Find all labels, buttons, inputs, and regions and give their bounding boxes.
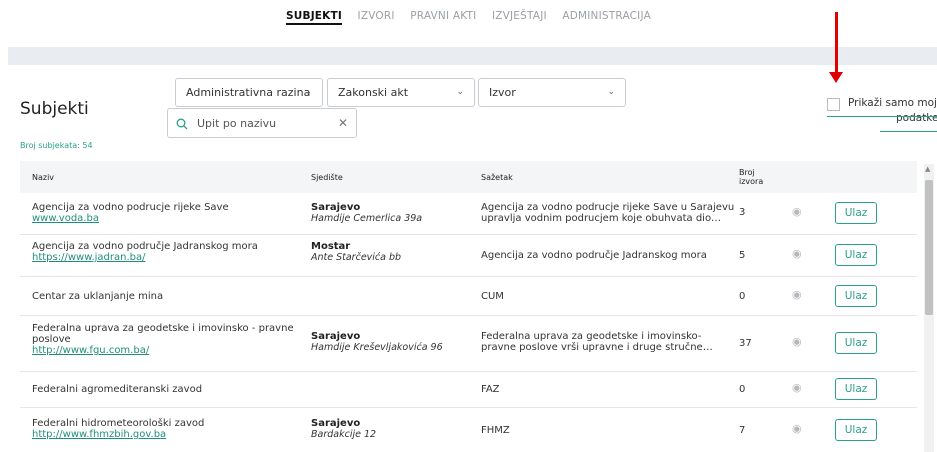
row-summary-line1: Agencija za vodno podrucje rijeke Save u… — [481, 202, 735, 213]
source-value: Izvor — [489, 86, 516, 99]
table-row: Federalni agromediteranski zavod FAZ 0 ◉… — [20, 372, 917, 408]
mine-checkbox[interactable] — [827, 98, 840, 111]
table-row: Agencija za vodno podrucje rijeke Save w… — [20, 193, 917, 235]
row-seat-cell: Sarajevo Hamdije Cemerlica 39a — [311, 202, 422, 224]
row-summary: Federalna uprava za geodetske i imovinsk… — [481, 331, 713, 353]
row-url-link[interactable]: www.voda.ba — [32, 213, 229, 224]
row-count: 37 — [739, 338, 752, 349]
row-count: 5 — [739, 250, 746, 261]
row-summary: CUM — [481, 291, 504, 302]
table-header: Naziv Sjedište Sažetak Broj izvora — [20, 161, 917, 193]
row-summary: FHMZ — [481, 425, 510, 436]
row-summary: FAZ — [481, 384, 500, 395]
search-icon — [176, 115, 188, 134]
row-name-cell: Agencija za vodno područje Jadranskog mo… — [32, 241, 258, 263]
row-seat-cell: Sarajevo Hamdije Kreševljakovića 96 — [311, 331, 443, 353]
nav-subjekti[interactable]: SUBJEKTI — [286, 10, 342, 25]
page-title: Subjekti — [20, 99, 89, 119]
row-count: 0 — [739, 384, 746, 395]
admin-level-value: Administrativna razina — [186, 86, 311, 99]
table-row: Centar za uklanjanje mina CUM 0 ◉ Ulaz — [20, 277, 917, 316]
row-url-link[interactable]: http://www.fgu.com.ba/ — [32, 345, 294, 356]
chevron-down-icon: ⌄ — [304, 87, 312, 97]
row-name: Agencija za vodno područje Jadranskog mo… — [32, 241, 258, 252]
eye-icon[interactable]: ◉ — [792, 335, 802, 348]
row-address: Hamdije Kreševljakovića 96 — [311, 342, 443, 353]
row-name: Federalni agromediteranski zavod — [32, 384, 203, 395]
header-band — [8, 47, 937, 65]
nav-administracija[interactable]: ADMINISTRACIJA — [562, 10, 651, 22]
chevron-down-icon: ⌄ — [456, 87, 464, 97]
header-summary: Sažetak — [481, 173, 513, 182]
search-input[interactable]: Upit po nazivu ✕ — [167, 108, 357, 138]
annotation-arrowhead — [829, 72, 843, 83]
table-row: Federalni hidrometeorološki zavod http:/… — [20, 408, 917, 452]
row-name-cell: Agencija za vodno podrucje rijeke Save w… — [32, 202, 229, 224]
underline — [880, 131, 937, 132]
row-name-line2: poslove — [32, 334, 71, 345]
row-city: Mostar — [311, 241, 351, 252]
row-summary-line2: pravne poslove vrši upravne i druge stru… — [481, 342, 713, 353]
nav-izvori[interactable]: IZVORI — [358, 10, 395, 22]
eye-icon[interactable]: ◉ — [792, 422, 802, 435]
scrollbar-thumb[interactable] — [925, 180, 933, 315]
row-address: Hamdije Cemerlica 39a — [311, 213, 423, 224]
row-summary-line2: upravlja vodnim podrucjem koje obuhvata … — [481, 213, 722, 224]
row-summary: Agencija za vodno podrucje rijeke Save u… — [481, 202, 734, 224]
row-seat-cell: Mostar Ante Starčevića bb — [311, 241, 401, 263]
row-count: 3 — [739, 207, 746, 218]
scroll-up-arrow-icon[interactable]: ▲ — [925, 165, 930, 173]
row-name-cell: Federalna uprava za geodetske i imovinsk… — [32, 323, 294, 356]
row-summary: Agencija za vodno područje Jadranskog mo… — [481, 250, 707, 261]
enter-button[interactable]: Ulaz — [835, 419, 877, 441]
underline — [827, 116, 937, 117]
row-seat-cell: Sarajevo Bardakcije 12 — [311, 418, 376, 440]
admin-level-select[interactable]: Administrativna razina ⌄ — [175, 78, 323, 107]
top-nav: SUBJEKTI IZVORI PRAVNI AKTI IZVJEŠTAJI A… — [0, 10, 937, 32]
table-row: Agencija za vodno područje Jadranskog mo… — [20, 235, 917, 277]
row-address: Bardakcije 12 — [311, 429, 377, 440]
row-name-cell: Federalni hidrometeorološki zavod http:/… — [32, 418, 204, 440]
header-count: Broj — [739, 168, 755, 177]
enter-button[interactable]: Ulaz — [835, 244, 877, 266]
row-count: 0 — [739, 291, 746, 302]
source-select[interactable]: Izvor ⌄ — [478, 78, 626, 107]
header-name: Naziv — [32, 173, 55, 182]
row-url-link[interactable]: http://www.fhmzbih.gov.ba — [32, 429, 204, 440]
header-seat: Sjedište — [311, 173, 343, 182]
enter-button[interactable]: Ulaz — [835, 202, 877, 224]
nav-izvjestaji[interactable]: IZVJEŠTAJI — [492, 10, 547, 22]
row-summary-line1: Federalna uprava za geodetske i imovinsk… — [481, 331, 702, 342]
eye-icon[interactable]: ◉ — [792, 247, 802, 260]
row-name: Federalni hidrometeorološki zavod — [32, 418, 205, 429]
law-act-select[interactable]: Zakonski akt ⌄ — [327, 78, 475, 107]
enter-button[interactable]: Ulaz — [835, 285, 877, 307]
subject-count: Broj subjekata: 54 — [20, 141, 93, 150]
nav-pravni-akti[interactable]: PRAVNI AKTI — [410, 10, 476, 22]
mine-checkbox-label-2[interactable]: podatke — [896, 112, 937, 124]
row-address: Ante Starčevića bb — [311, 252, 402, 263]
row-url-link[interactable]: https://www.jadran.ba/ — [32, 252, 258, 263]
law-act-value: Zakonski akt — [338, 86, 409, 99]
row-name: Agencija za vodno podrucje rijeke Save — [32, 202, 229, 213]
row-city: Sarajevo — [311, 418, 361, 429]
row-city: Sarajevo — [311, 331, 361, 342]
annotation-arrow — [835, 12, 838, 75]
row-city: Sarajevo — [311, 202, 361, 213]
table-row: Federalna uprava za geodetske i imovinsk… — [20, 316, 917, 372]
enter-button[interactable]: Ulaz — [835, 332, 877, 354]
chevron-down-icon: ⌄ — [607, 87, 615, 97]
search-placeholder: Upit po nazivu — [197, 117, 277, 130]
close-icon[interactable]: ✕ — [338, 116, 348, 130]
header-count-2: izvora — [739, 177, 764, 186]
eye-icon[interactable]: ◉ — [792, 205, 802, 218]
row-name: Federalna uprava za geodetske i imovinsk… — [32, 323, 294, 334]
row-count: 7 — [739, 425, 746, 436]
enter-button[interactable]: Ulaz — [835, 378, 877, 400]
mine-checkbox-label[interactable]: Prikaži samo moje — [848, 97, 937, 109]
eye-icon[interactable]: ◉ — [792, 381, 802, 394]
eye-icon[interactable]: ◉ — [792, 288, 802, 301]
row-name: Centar za uklanjanje mina — [32, 291, 164, 302]
